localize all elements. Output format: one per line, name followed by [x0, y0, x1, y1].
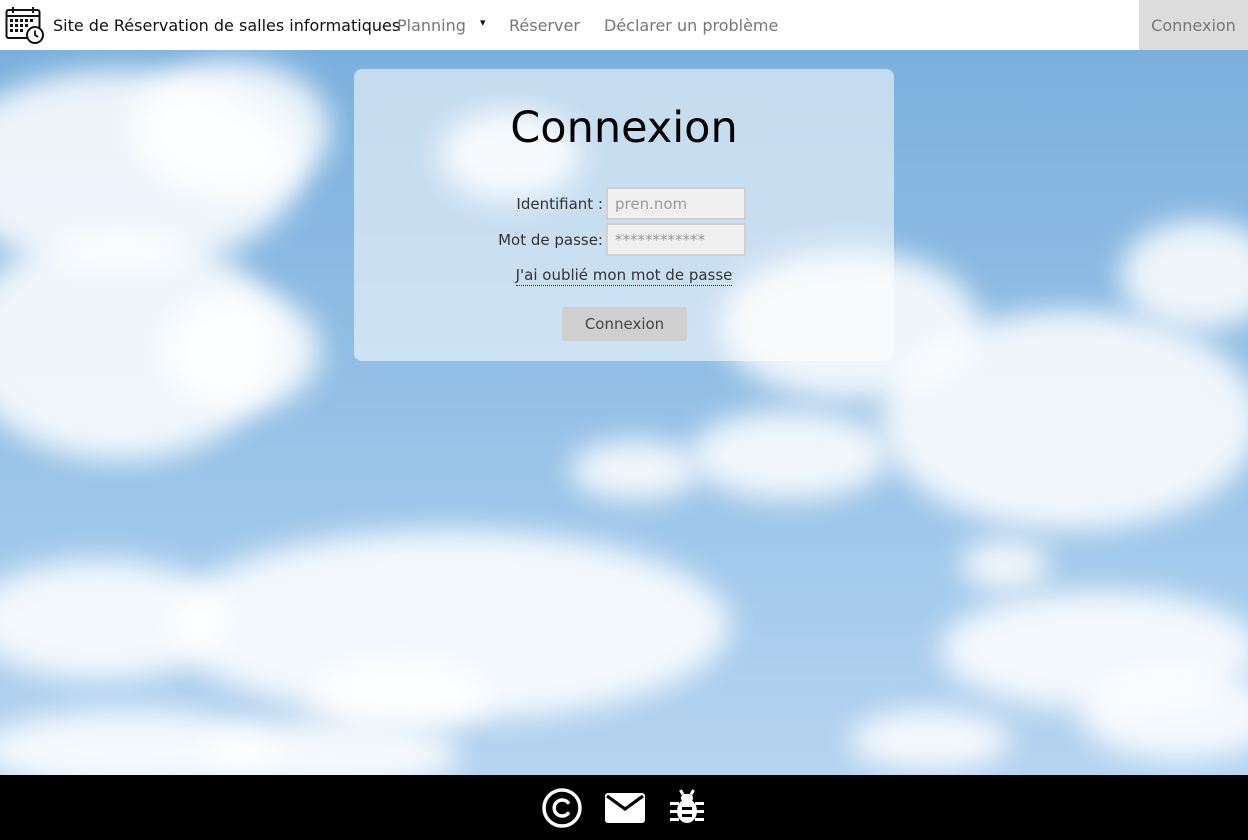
nav-planning[interactable]: Planning	[397, 16, 466, 35]
site-title: Site de Réservation de salles informatiq…	[53, 15, 401, 35]
nav-declarer-probleme[interactable]: Déclarer un problème	[604, 16, 778, 35]
login-submit-button[interactable]: Connexion	[562, 307, 687, 341]
calendar-clock-icon	[5, 7, 44, 44]
password-label: Mot de passe:	[498, 230, 603, 249]
password-row: Mot de passe:	[498, 223, 746, 256]
forgot-password-link[interactable]: J'ai oublié mon mot de passe	[515, 266, 733, 286]
brand[interactable]: Site de Réservation de salles informatiq…	[0, 0, 400, 50]
username-input[interactable]	[606, 187, 746, 220]
nav-reserver[interactable]: Réserver	[509, 16, 580, 35]
username-label: Identifiant :	[516, 194, 603, 213]
mail-icon[interactable]	[603, 790, 647, 826]
nav-connexion[interactable]: Connexion	[1139, 0, 1248, 50]
copyright-icon[interactable]	[541, 787, 583, 829]
forgot-password-row: J'ai oublié mon mot de passe	[354, 265, 894, 286]
top-navbar: Site de Réservation de salles informatiq…	[0, 0, 1248, 50]
login-title: Connexion	[510, 103, 738, 153]
bug-icon[interactable]	[667, 788, 707, 828]
chevron-down-icon[interactable]: ▾	[480, 16, 486, 29]
password-input[interactable]	[606, 223, 746, 256]
username-row: Identifiant :	[516, 187, 746, 220]
footer	[0, 775, 1248, 840]
login-card: Connexion Identifiant : Mot de passe: J'…	[354, 69, 894, 361]
